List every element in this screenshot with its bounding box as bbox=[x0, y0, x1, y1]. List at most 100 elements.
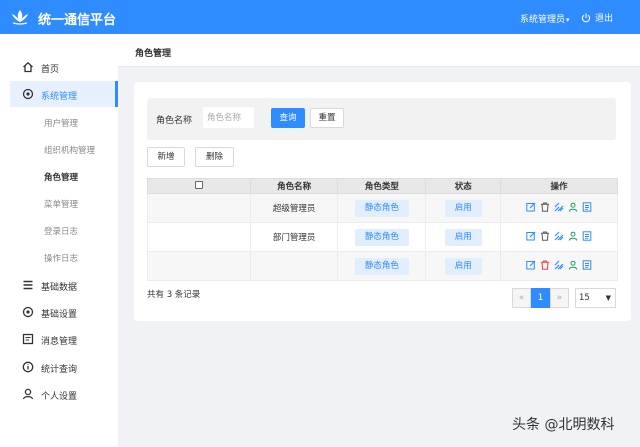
power-icon bbox=[581, 13, 591, 23]
next-page-button[interactable]: » bbox=[550, 288, 569, 308]
sidebar-item-label: 基础数据 bbox=[41, 283, 78, 293]
sidebar-item-profile[interactable]: 个人设置 bbox=[0, 381, 118, 407]
trash-icon[interactable] bbox=[540, 260, 550, 270]
reset-button[interactable]: 重置 bbox=[310, 108, 344, 128]
sidebar-item-system[interactable]: 系统管理 bbox=[10, 81, 118, 107]
sidebar-item-messages[interactable]: 消息管理 bbox=[0, 326, 118, 352]
table-row[interactable]: 超级管理员 静态角色 启用 bbox=[147, 193, 618, 223]
settings-icon bbox=[22, 306, 34, 318]
sidebar-subitem-menus[interactable]: 菜单管理 bbox=[44, 198, 78, 210]
column-header: 角色名称 bbox=[249, 178, 339, 194]
sidebar-item-label: 首页 bbox=[41, 65, 60, 75]
sidebar: 首页 系统管理 用户管理 组织机构管理 角色管理 菜单管理 登录日志 操作日志 … bbox=[0, 34, 118, 447]
detail-icon[interactable] bbox=[582, 230, 592, 241]
record-count: 共有 3 条记录 bbox=[147, 290, 201, 300]
page-button-current[interactable]: 1 bbox=[531, 288, 550, 308]
pagination: « 1 » bbox=[512, 288, 569, 308]
permission-icon[interactable] bbox=[554, 202, 564, 212]
list-icon bbox=[23, 280, 33, 290]
sidebar-item-home[interactable]: 首页 bbox=[0, 54, 118, 80]
column-header: 状态 bbox=[425, 178, 502, 194]
operations-cell bbox=[500, 193, 618, 223]
operations-cell bbox=[500, 251, 618, 281]
sidebar-subitem-users[interactable]: 用户管理 bbox=[44, 117, 78, 129]
edit-icon[interactable] bbox=[526, 231, 536, 241]
message-icon bbox=[22, 333, 34, 345]
table-row[interactable]: 静态角色 启用 bbox=[147, 251, 618, 281]
watermark-text: 头条 @北明数科 bbox=[512, 417, 615, 433]
sidebar-item-statistics[interactable]: 统计查询 bbox=[0, 354, 118, 380]
edit-icon[interactable] bbox=[526, 260, 536, 270]
status-cell: 启用 bbox=[425, 193, 502, 223]
status-cell: 启用 bbox=[425, 222, 502, 252]
status-badge: 启用 bbox=[444, 257, 482, 275]
role-name-cell: 部门管理员 bbox=[249, 222, 339, 252]
sidebar-subitem-op-log[interactable]: 操作日志 bbox=[44, 252, 78, 264]
operations-cell bbox=[500, 222, 618, 252]
sidebar-item-label: 消息管理 bbox=[41, 337, 78, 347]
delete-button[interactable]: 删除 bbox=[195, 147, 234, 167]
row-select-cell bbox=[147, 193, 251, 223]
column-header: 操作 bbox=[500, 178, 618, 194]
sidebar-item-label: 个人设置 bbox=[41, 392, 78, 402]
sidebar-item-label: 统计查询 bbox=[41, 365, 78, 375]
row-select-cell bbox=[147, 251, 251, 281]
sidebar-item-base-data[interactable]: 基础数据 bbox=[0, 272, 118, 298]
role-name-input[interactable] bbox=[203, 107, 254, 128]
role-type-cell: 静态角色 bbox=[337, 193, 427, 223]
table-row[interactable]: 部门管理员 静态角色 启用 bbox=[147, 222, 618, 252]
permission-icon[interactable] bbox=[554, 260, 564, 270]
status-badge: 启用 bbox=[444, 228, 482, 246]
query-button[interactable]: 查询 bbox=[271, 108, 305, 128]
sidebar-subitem-org[interactable]: 组织机构管理 bbox=[44, 144, 95, 156]
search-form: 角色名称 查询 重置 bbox=[147, 98, 616, 140]
status-cell: 启用 bbox=[425, 251, 502, 281]
row-select-cell bbox=[147, 222, 251, 252]
trash-icon[interactable] bbox=[540, 202, 550, 212]
lotus-logo-icon bbox=[12, 10, 28, 25]
page-title: 角色管理 bbox=[135, 49, 172, 59]
gear-icon bbox=[22, 88, 34, 100]
logout-button[interactable]: 退出 bbox=[581, 11, 613, 24]
detail-icon[interactable] bbox=[582, 201, 592, 212]
status-badge: 启用 bbox=[444, 199, 482, 217]
permission-icon[interactable] bbox=[554, 231, 564, 241]
page-size-value: 15 bbox=[579, 293, 590, 303]
sidebar-item-base-settings[interactable]: 基础设置 bbox=[0, 299, 118, 325]
trash-icon[interactable] bbox=[540, 231, 550, 241]
role-type-tag: 静态角色 bbox=[354, 228, 409, 246]
page-size-select[interactable]: 15 ▼ bbox=[575, 288, 616, 308]
info-icon bbox=[22, 361, 34, 373]
user-assign-icon[interactable] bbox=[568, 231, 578, 241]
roles-table: 角色名称 角色类型 状态 操作 超级管理员 静态角色 启用 部门管理员 静态角色… bbox=[147, 178, 618, 281]
detail-icon[interactable] bbox=[582, 259, 592, 270]
role-type-cell: 静态角色 bbox=[337, 251, 427, 281]
user-icon bbox=[22, 388, 34, 400]
sidebar-item-label: 系统管理 bbox=[41, 92, 78, 102]
table-header-row: 角色名称 角色类型 状态 操作 bbox=[147, 178, 618, 194]
add-button[interactable]: 新增 bbox=[147, 147, 185, 167]
role-type-cell: 静态角色 bbox=[337, 222, 427, 252]
user-menu-dropdown[interactable]: 系统管理员▾ bbox=[520, 12, 570, 25]
sidebar-subitem-roles[interactable]: 角色管理 bbox=[44, 171, 78, 183]
column-header: 角色类型 bbox=[337, 178, 427, 194]
user-assign-icon[interactable] bbox=[568, 202, 578, 212]
user-name: 系统管理员 bbox=[520, 15, 566, 25]
home-icon bbox=[23, 61, 33, 73]
top-header: 统一通信平台 系统管理员▾ 退出 bbox=[0, 0, 640, 34]
caret-down-icon: ▾ bbox=[566, 16, 570, 24]
role-name-cell bbox=[249, 251, 339, 281]
prev-page-button[interactable]: « bbox=[512, 288, 531, 308]
edit-icon[interactable] bbox=[526, 202, 536, 212]
content-panel: 角色名称 查询 重置 新增 删除 角色名称 角色类型 状态 操作 超级管理员 静… bbox=[134, 82, 631, 321]
chevron-down-icon: ▼ bbox=[605, 294, 611, 302]
sidebar-subitem-login-log[interactable]: 登录日志 bbox=[44, 225, 78, 237]
role-type-tag: 静态角色 bbox=[354, 199, 409, 217]
role-type-tag: 静态角色 bbox=[354, 257, 409, 275]
logout-label: 退出 bbox=[595, 14, 614, 24]
select-all-checkbox[interactable] bbox=[194, 180, 203, 189]
user-assign-icon[interactable] bbox=[568, 260, 578, 270]
app-title: 统一通信平台 bbox=[38, 13, 117, 28]
sidebar-item-label: 基础设置 bbox=[41, 310, 78, 320]
select-all-cell bbox=[147, 178, 251, 194]
